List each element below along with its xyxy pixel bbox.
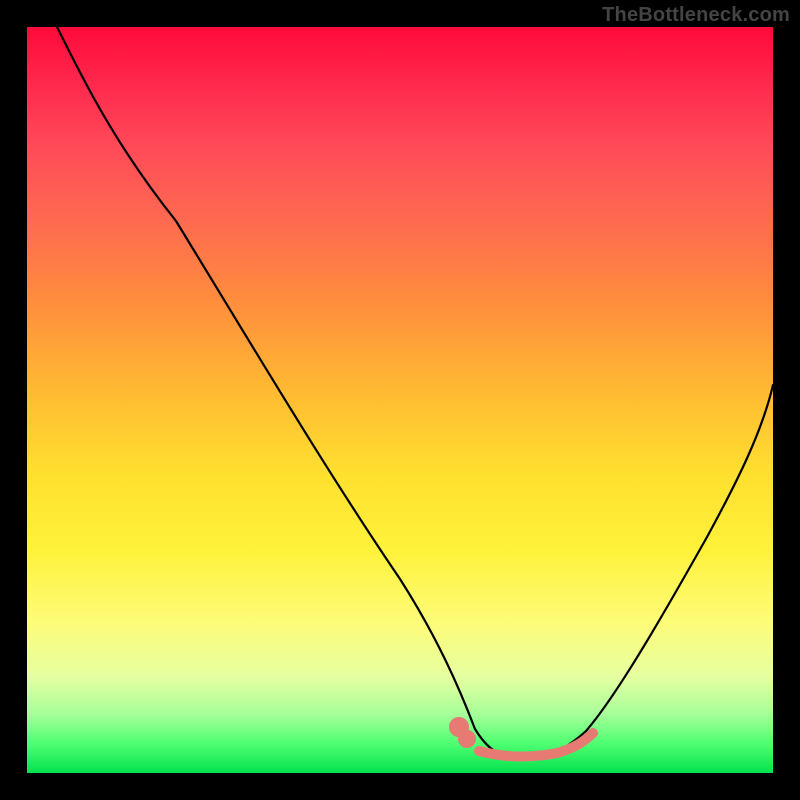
bottleneck-curve-svg bbox=[27, 27, 773, 773]
bottleneck-curve-path bbox=[57, 27, 773, 759]
chart-stage: TheBottleneck.com bbox=[0, 0, 800, 800]
watermark-text: TheBottleneck.com bbox=[602, 4, 790, 27]
plot-area bbox=[27, 27, 773, 773]
